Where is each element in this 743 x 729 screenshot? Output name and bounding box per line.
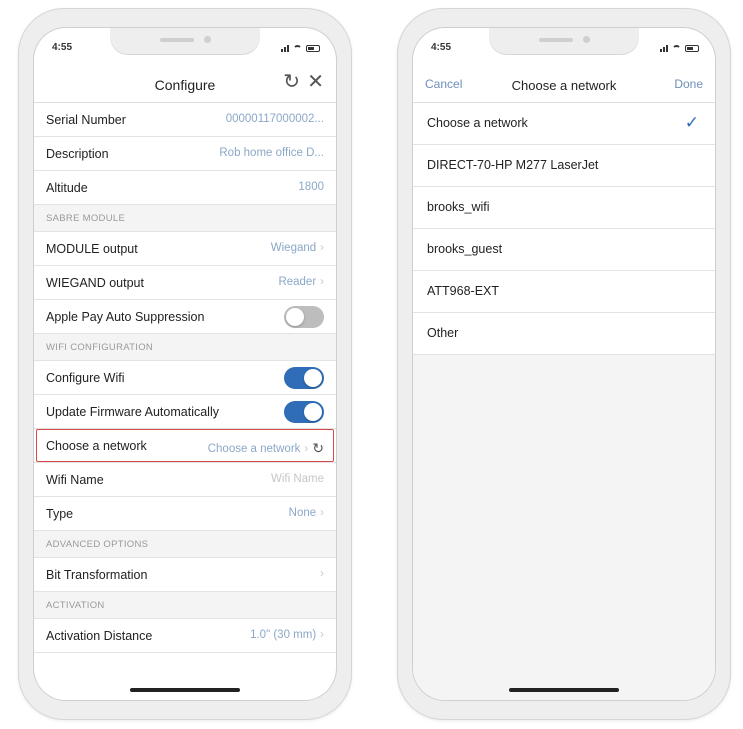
wifi-signal-icon	[293, 44, 302, 52]
row-value: 1.0" (30 mm)	[250, 629, 317, 641]
section-title: WIFI CONFIGURATION	[46, 342, 154, 353]
battery-icon	[685, 44, 699, 52]
phone-frame-right: 4:55 Cancel Choose a network Done Choose…	[397, 8, 731, 720]
chevron-right-icon: ›	[304, 443, 309, 455]
choose-network-row[interactable]: Choose a network Choose a network › ↻	[34, 429, 336, 463]
battery-icon	[306, 44, 320, 52]
row-label: Description	[46, 147, 109, 161]
network-item[interactable]: brooks_guest	[413, 229, 715, 271]
section-title: SABRE MODULE	[46, 213, 126, 224]
row-value: Choose a network	[207, 443, 301, 455]
update-firmware-row: Update Firmware Automatically	[34, 395, 336, 429]
description-row[interactable]: Description Rob home office D...	[34, 137, 336, 171]
navigation-bar: Configure ↻ ✕	[34, 68, 336, 103]
network-item[interactable]: DIRECT-70-HP M277 LaserJet	[413, 145, 715, 187]
choose-network-screen: 4:55 Cancel Choose a network Done Choose…	[413, 28, 715, 700]
row-label: Altitude	[46, 181, 88, 195]
bit-transformation-row[interactable]: Bit Transformation ›	[34, 558, 336, 592]
wiegand-output-row[interactable]: WIEGAND output Reader ›	[34, 266, 336, 300]
activation-distance-row[interactable]: Activation Distance 1.0" (30 mm) ›	[34, 619, 336, 653]
apple-pay-suppression-row: Apple Pay Auto Suppression	[34, 300, 336, 334]
bottom-fade	[34, 670, 336, 700]
module-output-row[interactable]: MODULE output Wiegand ›	[34, 232, 336, 266]
close-icon[interactable]: ✕	[307, 72, 324, 92]
row-label: Apple Pay Auto Suppression	[46, 310, 205, 324]
type-row[interactable]: Type None ›	[34, 497, 336, 531]
chevron-right-icon: ›	[320, 276, 324, 288]
row-label: Wifi Name	[46, 473, 104, 487]
section-title: ADVANCED OPTIONS	[46, 539, 149, 550]
network-item[interactable]: Choose a network ✓	[413, 103, 715, 145]
network-name: brooks_wifi	[427, 200, 490, 214]
page-title: Choose a network	[511, 78, 617, 93]
checkmark-icon: ✓	[684, 113, 699, 132]
network-name: Choose a network	[427, 116, 528, 130]
update-firmware-toggle[interactable]	[284, 401, 324, 423]
cellular-signal-icon	[281, 44, 289, 52]
done-button[interactable]: Done	[674, 77, 703, 91]
section-header-activation: ACTIVATION	[34, 592, 336, 619]
status-bar: 4:55	[34, 42, 336, 58]
navigation-bar: Cancel Choose a network Done	[413, 68, 715, 103]
wifi-name-row[interactable]: Wifi Name Wifi Name	[34, 463, 336, 497]
network-name: Other	[427, 326, 459, 340]
section-header-wifi: WIFI CONFIGURATION	[34, 334, 336, 361]
section-header-advanced: ADVANCED OPTIONS	[34, 531, 336, 558]
section-title: ACTIVATION	[46, 600, 105, 611]
row-label: Configure Wifi	[46, 371, 125, 385]
network-name: brooks_guest	[427, 242, 503, 256]
row-label: Type	[46, 507, 74, 521]
row-label: Activation Distance	[46, 629, 153, 643]
row-value: 1800	[298, 181, 324, 193]
network-item[interactable]: brooks_wifi	[413, 187, 715, 229]
row-value: None	[288, 507, 317, 519]
row-value: Rob home office D...	[219, 147, 324, 159]
network-name: ATT968-EXT	[427, 284, 500, 298]
network-list: Choose a network ✓ DIRECT-70-HP M277 Las…	[413, 103, 715, 355]
cellular-signal-icon	[660, 44, 668, 52]
status-time: 4:55	[52, 42, 73, 53]
row-label: MODULE output	[46, 242, 138, 256]
altitude-row[interactable]: Altitude 1800	[34, 171, 336, 205]
wifi-name-input[interactable]: Wifi Name	[271, 473, 324, 485]
configure-wifi-row: Configure Wifi	[34, 361, 336, 395]
refresh-icon[interactable]: ↻	[312, 440, 324, 456]
row-label: Choose a network	[46, 439, 147, 453]
row-label: WIEGAND output	[46, 276, 144, 290]
row-value: Reader	[278, 276, 317, 288]
refresh-icon[interactable]: ↻	[283, 72, 300, 92]
home-indicator[interactable]	[509, 688, 619, 692]
row-label: Update Firmware Automatically	[46, 405, 219, 419]
configure-wifi-toggle[interactable]	[284, 367, 324, 389]
wifi-signal-icon	[672, 44, 681, 52]
apple-pay-suppression-toggle[interactable]	[284, 306, 324, 328]
row-value: 00000117000002...	[225, 113, 324, 125]
network-name: DIRECT-70-HP M277 LaserJet	[427, 158, 599, 172]
chevron-right-icon: ›	[320, 242, 324, 254]
status-bar: 4:55	[413, 42, 715, 58]
network-item[interactable]: Other	[413, 313, 715, 355]
configure-screen: 4:55 Configure ↻ ✕ Serial Number 0000011…	[34, 28, 336, 700]
status-time: 4:55	[431, 42, 452, 53]
row-label: Serial Number	[46, 113, 126, 127]
row-label: Bit Transformation	[46, 568, 148, 582]
serial-number-row[interactable]: Serial Number 00000117000002...	[34, 103, 336, 137]
empty-list-background	[413, 355, 715, 700]
section-header-sabre: SABRE MODULE	[34, 205, 336, 232]
row-value: Wiegand	[270, 242, 317, 254]
settings-list: Serial Number 00000117000002... Descript…	[34, 103, 336, 653]
home-indicator[interactable]	[130, 688, 240, 692]
network-item[interactable]: ATT968-EXT	[413, 271, 715, 313]
chevron-right-icon: ›	[320, 629, 324, 641]
chevron-right-icon: ›	[320, 507, 324, 519]
phone-frame-left: 4:55 Configure ↻ ✕ Serial Number 0000011…	[18, 8, 352, 720]
chevron-right-icon: ›	[320, 568, 324, 580]
